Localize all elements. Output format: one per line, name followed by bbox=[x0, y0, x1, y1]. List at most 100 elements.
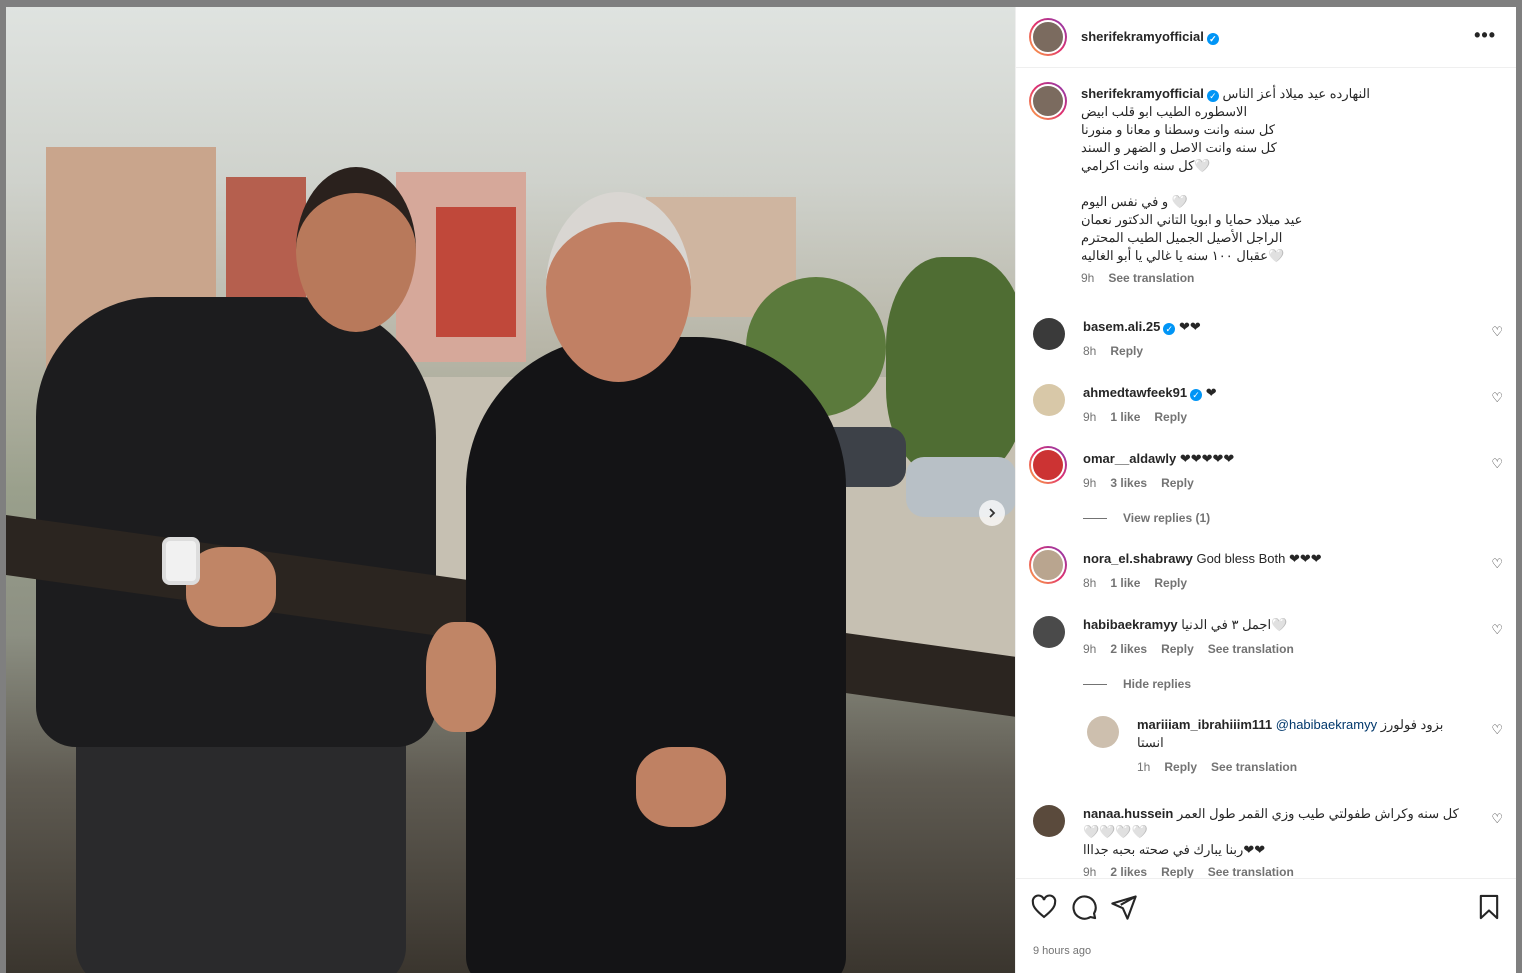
comment-text: ❤❤ bbox=[1178, 319, 1201, 334]
post-caption: sherifekramyofficial ✓ النهارده عيد ميلاد… bbox=[1081, 85, 1461, 287]
comment-time: 8h bbox=[1083, 576, 1097, 590]
view-replies-label: View replies (1) bbox=[1123, 511, 1211, 525]
caption-line: كل سنه وانت الاصل و الضهر و السند bbox=[1081, 140, 1277, 155]
comment-likes[interactable]: 1 like bbox=[1110, 576, 1140, 590]
comment-time: 9h bbox=[1083, 865, 1097, 878]
commenter-avatar[interactable] bbox=[1029, 446, 1067, 484]
caption-line: الراجل الأصيل الجميل الطيب المحترم bbox=[1081, 230, 1283, 245]
caption-line: كل سنه وانت وسطنا و معانا و منورنا bbox=[1081, 122, 1275, 137]
comment-meta: 9h 2 likes Reply See translation bbox=[1083, 640, 1463, 658]
reply-button[interactable]: Reply bbox=[1164, 760, 1197, 774]
verified-badge-icon: ✓ bbox=[1206, 90, 1219, 102]
comment-likes[interactable]: 3 likes bbox=[1110, 476, 1147, 490]
reply-button[interactable]: Reply bbox=[1154, 576, 1187, 590]
photo-person-left-head bbox=[296, 167, 416, 332]
comment-likes[interactable]: 2 likes bbox=[1110, 642, 1147, 656]
caption-line: النهارده عيد ميلاد أعز الناس bbox=[1222, 86, 1371, 101]
commenter-username[interactable]: ahmedtawfeek91 bbox=[1083, 385, 1187, 400]
commenter-avatar[interactable] bbox=[1033, 616, 1065, 648]
author-username-text[interactable]: sherifekramyofficial bbox=[1081, 29, 1204, 44]
photo-hand bbox=[426, 622, 496, 732]
photo-hand bbox=[636, 747, 726, 827]
comment-meta: 9h 2 likes Reply See translation bbox=[1083, 863, 1463, 878]
comments-feed[interactable]: sherifekramyofficial ✓ النهارده عيد ميلاد… bbox=[1016, 68, 1516, 878]
like-comment-icon[interactable]: ♡ bbox=[1491, 811, 1503, 827]
comment-time: 9h bbox=[1083, 642, 1097, 656]
photo-person-right-head bbox=[546, 192, 691, 382]
photo-person-left bbox=[36, 297, 436, 747]
chevron-right-icon bbox=[989, 508, 996, 518]
like-comment-icon[interactable]: ♡ bbox=[1491, 324, 1503, 340]
save-bookmark-icon[interactable] bbox=[1475, 893, 1503, 921]
commenter-avatar[interactable] bbox=[1033, 805, 1065, 837]
like-comment-icon[interactable]: ♡ bbox=[1491, 622, 1503, 638]
next-photo-button[interactable] bbox=[979, 500, 1005, 526]
caption-line: كل سنه وانت اكرامي🤍 bbox=[1081, 158, 1211, 173]
commenter-avatar[interactable] bbox=[1033, 318, 1065, 350]
commenter-username[interactable]: omar__aldawly bbox=[1083, 451, 1176, 466]
see-translation-button[interactable]: See translation bbox=[1208, 865, 1294, 878]
photo-watch bbox=[162, 537, 200, 585]
comment-time: 9h bbox=[1083, 410, 1097, 424]
caption-line: عيد ميلاد حمايا و ابويا التاني الدكتور ن… bbox=[1081, 212, 1303, 227]
hide-replies-label: Hide replies bbox=[1123, 677, 1192, 691]
replier-username[interactable]: mariiiam_ibrahiiim111 bbox=[1137, 717, 1272, 732]
commenter-username[interactable]: habibaekramyy bbox=[1083, 617, 1178, 632]
comment-text-line: ربنا يبارك في صحته بحبه جدااا❤❤ bbox=[1083, 842, 1266, 857]
reply-meta: 1h Reply See translation bbox=[1137, 758, 1467, 776]
comment-meta: 8h 1 like Reply bbox=[1083, 574, 1463, 592]
comment-likes[interactable]: 1 like bbox=[1110, 410, 1140, 424]
see-translation-button[interactable]: See translation bbox=[1208, 642, 1294, 656]
comment-text: God bless Both ❤❤❤ bbox=[1196, 551, 1322, 566]
see-translation-button[interactable]: See translation bbox=[1108, 271, 1194, 285]
comment-time: 9h bbox=[1083, 476, 1097, 490]
comment-meta: 9h 1 like Reply bbox=[1083, 408, 1463, 426]
comment-text: اجمل ٣ في الدنيا🤍 bbox=[1181, 617, 1288, 632]
caption-time: 9h bbox=[1081, 271, 1095, 285]
reply-button[interactable]: Reply bbox=[1161, 865, 1194, 878]
more-options-icon[interactable]: ••• bbox=[1474, 25, 1496, 46]
post-side-panel: sherifekramyofficial ✓ ••• sherifekramyof… bbox=[1015, 7, 1516, 973]
caption-line: عقبال ١٠٠ سنه يا غالي يا أبو الغاليه🤍 bbox=[1081, 248, 1285, 263]
reply-button[interactable]: Reply bbox=[1161, 476, 1194, 490]
commenter-username[interactable]: nanaa.hussein bbox=[1083, 806, 1173, 821]
caption-username[interactable]: sherifekramyofficial bbox=[1081, 86, 1204, 101]
reply-button[interactable]: Reply bbox=[1161, 642, 1194, 656]
reply-button[interactable]: Reply bbox=[1110, 344, 1143, 358]
like-comment-icon[interactable]: ♡ bbox=[1491, 390, 1503, 406]
like-heart-icon[interactable] bbox=[1030, 893, 1058, 921]
comment-meta: 9h 3 likes Reply bbox=[1083, 474, 1463, 492]
author-avatar[interactable] bbox=[1029, 18, 1067, 56]
reply-button[interactable]: Reply bbox=[1154, 410, 1187, 424]
caption-meta: 9h See translation bbox=[1081, 269, 1461, 287]
comment-text: ❤ bbox=[1205, 385, 1217, 400]
author-username[interactable]: sherifekramyofficial ✓ bbox=[1081, 29, 1219, 45]
like-comment-icon[interactable]: ♡ bbox=[1491, 456, 1503, 472]
share-plane-icon[interactable] bbox=[1110, 893, 1138, 921]
photo-building bbox=[436, 207, 516, 337]
commenter-username[interactable]: nora_el.shabrawy bbox=[1083, 551, 1193, 566]
reply-mention[interactable]: @habibaekramyy bbox=[1276, 717, 1377, 732]
commenter-avatar[interactable] bbox=[1029, 546, 1067, 584]
like-comment-icon[interactable]: ♡ bbox=[1491, 722, 1503, 738]
comment-bubble-icon[interactable] bbox=[1070, 893, 1098, 921]
verified-badge-icon: ✓ bbox=[1190, 389, 1203, 401]
caption-line: الاسطوره الطيب ابو قلب ابيض bbox=[1081, 104, 1248, 119]
caption-line: و في نفس اليوم 🤍 bbox=[1081, 194, 1189, 209]
like-comment-icon[interactable]: ♡ bbox=[1491, 556, 1503, 572]
commenter-username[interactable]: basem.ali.25 bbox=[1083, 319, 1160, 334]
hide-replies-button[interactable]: Hide replies bbox=[1083, 677, 1191, 691]
comment-text: ❤❤❤❤❤ bbox=[1179, 451, 1235, 466]
comment-likes[interactable]: 2 likes bbox=[1110, 865, 1147, 878]
comment-time: 8h bbox=[1083, 344, 1097, 358]
caption-line bbox=[1081, 175, 1461, 193]
post-header: sherifekramyofficial ✓ ••• bbox=[1016, 7, 1516, 68]
view-replies-button[interactable]: View replies (1) bbox=[1083, 511, 1210, 525]
see-translation-button[interactable]: See translation bbox=[1211, 760, 1297, 774]
replies-divider bbox=[1083, 518, 1107, 520]
replier-avatar[interactable] bbox=[1087, 716, 1119, 748]
reply-time: 1h bbox=[1137, 760, 1151, 774]
commenter-avatar[interactable] bbox=[1033, 384, 1065, 416]
post-photo[interactable] bbox=[6, 7, 1015, 973]
caption-avatar[interactable] bbox=[1029, 82, 1067, 120]
